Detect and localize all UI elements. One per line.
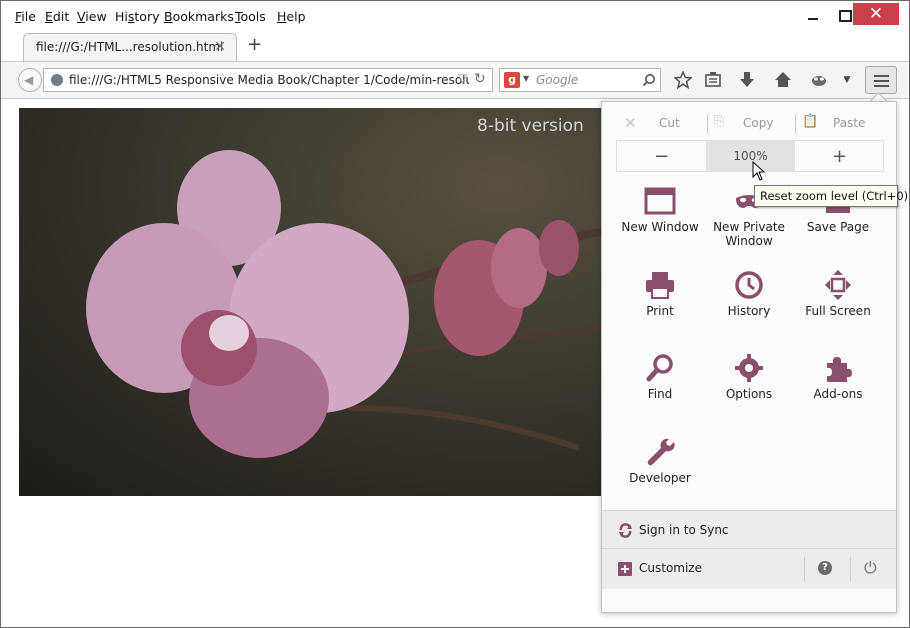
new-tab-icon[interactable]: + [247, 34, 262, 55]
minimize-icon [808, 18, 818, 20]
close-window-button[interactable]: ✕ [853, 3, 899, 25]
paste-button[interactable]: Paste [833, 116, 865, 140]
browser-window: File Edit View History Bookmarks Tools H… [0, 0, 910, 628]
cut-icon: ✕ [624, 114, 637, 132]
paste-icon: 📋 [802, 114, 819, 129]
zoom-in-button[interactable]: + [795, 141, 884, 171]
window-icon [643, 186, 677, 216]
menu-bar: File Edit View History Bookmarks Tools H… [1, 1, 909, 31]
zoom-reset-button[interactable]: 100% [706, 141, 795, 171]
footer-controls: Customize ? ⏻ [602, 548, 896, 589]
open-menu-button[interactable] [865, 66, 897, 94]
gear-icon [732, 353, 766, 383]
tile-label: History [727, 304, 771, 318]
customize-plus-icon [618, 562, 632, 576]
navigation-bar: ◀ file:///G:/HTML5 Responsive Media Book… [1, 61, 909, 99]
clock-icon [732, 270, 766, 300]
fullscreen-icon [821, 270, 855, 300]
edit-divider [795, 114, 796, 134]
puzzle-icon [821, 353, 855, 383]
edit-divider [707, 114, 708, 134]
menu-edit[interactable]: Edit [45, 9, 69, 24]
orchid-illustration [86, 150, 619, 458]
home-icon[interactable] [773, 70, 793, 90]
hamburger-line [874, 80, 889, 82]
options-tile[interactable]: Options [704, 353, 794, 401]
wrench-icon [643, 437, 677, 467]
menu-history[interactable]: History [115, 9, 159, 24]
search-icon[interactable] [642, 73, 656, 87]
history-tile[interactable]: History [704, 270, 794, 318]
orchid-image: 8-bit version [19, 108, 619, 496]
footer-divider [804, 557, 805, 581]
menu-tools[interactable]: Tools [235, 9, 266, 24]
zoom-reset-tooltip: Reset zoom level (Ctrl+0) [754, 185, 908, 207]
minimize-button[interactable] [795, 1, 831, 31]
tile-label: New Private Window [713, 220, 785, 248]
zoom-out-button[interactable]: − [617, 141, 706, 171]
customize-button[interactable]: Customize [602, 549, 802, 589]
add-ons-tile[interactable]: Add-ons [793, 353, 883, 401]
copy-button[interactable]: Copy [743, 116, 773, 140]
print-tile[interactable]: Print [615, 270, 705, 318]
tile-label: Find [647, 387, 673, 401]
bookmarks-menu-icon[interactable] [703, 70, 723, 90]
sign-in-to-sync-label: Sign in to Sync [639, 523, 729, 537]
customize-label: Customize [639, 561, 702, 575]
menu-bookmarks[interactable]: Bookmarks [164, 9, 234, 24]
tile-label: New Window [621, 220, 699, 234]
image-caption: 8-bit version [477, 116, 584, 136]
copy-icon: ⎘ [714, 114, 725, 129]
engine-dropdown-icon[interactable]: ▼ [523, 74, 529, 83]
developer-tile[interactable]: Developer [615, 437, 705, 485]
url-bar[interactable]: file:///G:/HTML5 Responsive Media Book/C… [43, 68, 493, 92]
search-bar[interactable]: g ▼ Google [499, 68, 661, 92]
maximize-icon [838, 10, 852, 22]
search-placeholder[interactable]: Google [536, 73, 578, 87]
hamburger-icon [874, 75, 889, 77]
url-text[interactable]: file:///G:/HTML5 Responsive Media Book/C… [69, 73, 469, 87]
tile-label: Add-ons [813, 387, 863, 401]
globe-icon [51, 74, 63, 86]
find-tile[interactable]: Find [615, 353, 705, 401]
app-menu-panel: ✕ Cut ⎘ Copy 📋 Paste − 100% + New Window… [601, 101, 897, 613]
footer-divider [850, 557, 851, 581]
tile-label: Print [646, 304, 674, 318]
reload-icon[interactable]: ↻ [474, 71, 486, 87]
tab-strip: file:///G:/HTML...resolution.html ✕ + [1, 31, 909, 61]
menu-help[interactable]: Help [277, 9, 306, 24]
tile-label: Save Page [806, 220, 870, 234]
downloads-icon[interactable] [737, 70, 757, 90]
tab-title: file:///G:/HTML...resolution.html [36, 40, 224, 54]
google-engine-icon[interactable]: g [504, 72, 520, 88]
tab-close-icon[interactable]: ✕ [214, 39, 226, 55]
help-icon[interactable]: ? [818, 561, 832, 575]
cut-button[interactable]: Cut [659, 116, 680, 140]
menu-file[interactable]: File [15, 9, 36, 24]
tile-label: Full Screen [805, 304, 871, 318]
zoom-controls: − 100% + [616, 140, 884, 172]
sync-row[interactable]: Sign in to Sync [602, 510, 896, 549]
printer-icon [643, 270, 677, 300]
tile-label: Options [725, 387, 773, 401]
quit-power-icon[interactable]: ⏻ [864, 558, 877, 578]
tile-label: Developer [629, 471, 691, 485]
sync-icon [619, 523, 632, 538]
tab-active[interactable]: file:///G:/HTML...resolution.html ✕ [23, 33, 237, 61]
addon-dropdown-icon[interactable]: ▼ [837, 70, 857, 90]
url-history-dropdown-icon[interactable]: ▽ [458, 71, 467, 85]
back-button[interactable]: ◀ [18, 68, 42, 92]
close-icon: ✕ [868, 3, 884, 24]
magnifier-icon [643, 353, 677, 383]
back-arrow-icon: ◀ [24, 73, 34, 87]
mouse-cursor-icon [752, 161, 766, 181]
addon-toolbar-icon[interactable] [809, 70, 829, 90]
hamburger-line [874, 85, 889, 87]
edit-controls: ✕ Cut ⎘ Copy 📋 Paste [616, 112, 884, 136]
menu-view[interactable]: View [77, 9, 107, 24]
full-screen-tile[interactable]: Full Screen [793, 270, 883, 318]
new-window-tile[interactable]: New Window [615, 186, 705, 234]
bookmark-star-icon[interactable] [673, 70, 693, 90]
